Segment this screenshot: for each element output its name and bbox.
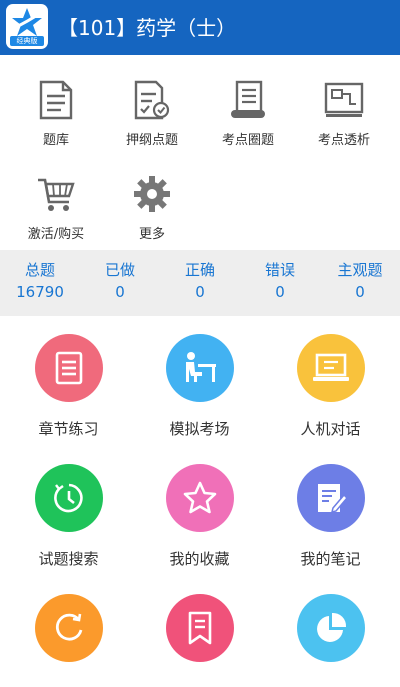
logo-edition-tag: 经典版 [10, 36, 44, 46]
pie-chart-icon [296, 594, 365, 662]
stat-value: 0 [355, 283, 365, 301]
app-logo[interactable]: 经典版 [6, 4, 48, 49]
stat-value: 16790 [16, 283, 64, 301]
feature-label: 章节练习 [38, 420, 99, 438]
stat-total[interactable]: 总题 16790 [0, 260, 80, 302]
feature-question-search[interactable]: 试题搜索 [2, 446, 135, 576]
tool-more[interactable]: 更多 [102, 162, 202, 242]
stat-done[interactable]: 已做 0 [80, 260, 160, 302]
stats-bar: 总题 16790 已做 0 正确 0 错误 0 主观题 0 [0, 250, 400, 316]
clock-search-icon [34, 464, 103, 532]
document-icon [34, 78, 78, 121]
feature-item-9[interactable] [264, 576, 397, 687]
tool-label: 激活/购买 [27, 227, 85, 242]
feature-item-8[interactable] [133, 576, 266, 687]
scroll-icon [226, 78, 270, 121]
feature-grid: 章节练习 模拟考场 人机对话 试题搜索 我的收藏 我的笔记 [0, 316, 400, 687]
gear-icon [130, 172, 174, 215]
feature-label: 我的收藏 [169, 550, 230, 568]
feature-mock-exam[interactable]: 模拟考场 [133, 316, 266, 446]
tool-menu: 题库 押纲点题 考点圈题 考点透析 激活/购买 更多 [0, 68, 400, 244]
refresh-icon [34, 594, 103, 662]
board-icon [322, 78, 366, 121]
stat-value: 0 [195, 283, 205, 301]
stat-label: 总题 [24, 261, 55, 279]
stat-correct[interactable]: 正确 0 [160, 260, 240, 302]
feature-human-machine[interactable]: 人机对话 [264, 316, 397, 446]
tool-question-bank[interactable]: 题库 [6, 68, 106, 148]
tool-label: 考点圈题 [221, 133, 274, 148]
tool-label: 更多 [138, 227, 165, 242]
stat-label: 错误 [264, 261, 295, 279]
feature-label: 我的笔记 [300, 550, 361, 568]
bookmark-icon [165, 594, 234, 662]
feature-favorites[interactable]: 我的收藏 [133, 446, 266, 576]
stat-label: 已做 [104, 261, 135, 279]
tool-label: 考点透析 [317, 133, 370, 148]
exam-desk-icon [165, 334, 234, 402]
cart-icon [34, 172, 78, 215]
feature-label: 模拟考场 [169, 420, 230, 438]
checklist-icon [130, 78, 174, 121]
feature-chapter-practice[interactable]: 章节练习 [2, 316, 135, 446]
page-title: 【101】药学（士） [58, 16, 237, 40]
stat-wrong[interactable]: 错误 0 [240, 260, 320, 302]
tool-label: 题库 [42, 133, 69, 148]
laptop-icon [296, 334, 365, 402]
tool-circle-questions[interactable]: 考点圈题 [198, 68, 298, 148]
feature-label: 人机对话 [300, 420, 361, 438]
feature-my-notes[interactable]: 我的笔记 [264, 446, 397, 576]
tool-analysis[interactable]: 考点透析 [294, 68, 394, 148]
stat-value: 0 [115, 283, 125, 301]
tool-label: 押纲点题 [125, 133, 178, 148]
app-header: 经典版 【101】药学（士） [0, 0, 400, 55]
stat-value: 0 [275, 283, 285, 301]
feature-label: 试题搜索 [38, 550, 99, 568]
stat-label: 主观题 [337, 261, 383, 279]
notebook-icon [34, 334, 103, 402]
feature-item-7[interactable] [2, 576, 135, 687]
star-icon [165, 464, 234, 532]
stat-subjective[interactable]: 主观题 0 [320, 260, 400, 302]
tool-key-points[interactable]: 押纲点题 [102, 68, 202, 148]
stat-label: 正确 [184, 261, 215, 279]
note-edit-icon [296, 464, 365, 532]
tool-activate-buy[interactable]: 激活/购买 [6, 162, 106, 242]
